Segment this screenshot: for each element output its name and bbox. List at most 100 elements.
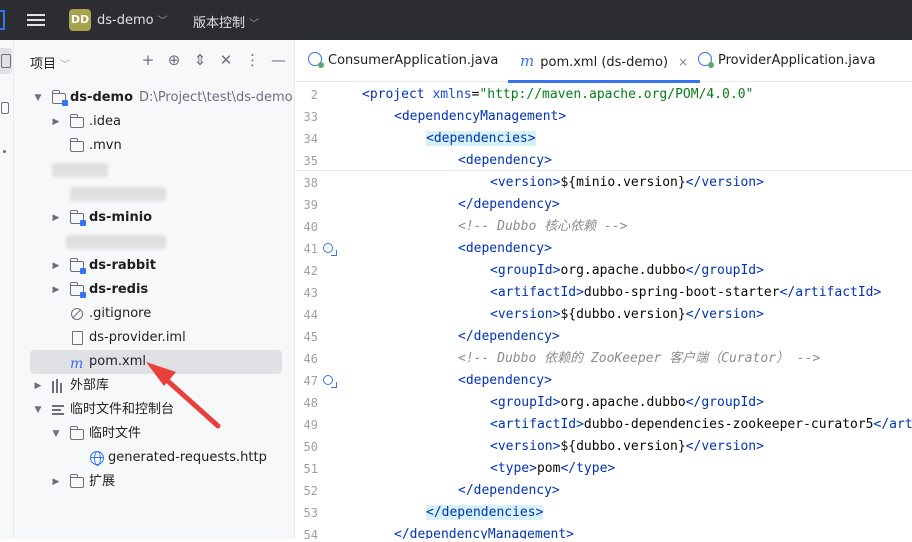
scratches-icon [52,404,65,416]
chevron-right-icon[interactable]: ▶ [50,278,62,302]
code-token: <dependency> [458,373,552,388]
project-name: ds-demo [97,13,154,28]
code-token: ${dubbo.version} [560,307,686,322]
code-token: ${minio.version} [560,175,686,190]
tree-row-extensions[interactable]: ▶ 扩展 [14,470,295,494]
ignore-file-icon [71,308,83,320]
tree-row-mvn[interactable]: .mvn [14,134,295,158]
tree-row-ds-redis[interactable]: ▶ ds-redis [14,278,295,302]
tree-row-ds-minio[interactable]: ▶ ds-minio [14,206,295,230]
tab-consumer-application[interactable]: ConsumerApplication.java [308,40,498,82]
project-panel-title[interactable]: 项目 ﹀ [30,53,70,72]
tab-pom-xml[interactable]: m pom.xml (ds-demo) × [508,40,701,83]
root-name: ds-demo [70,90,134,105]
project-selector[interactable]: ds-demo ﹀ [97,12,168,28]
structure-tool-icon[interactable] [1,102,9,114]
tree-row-iml[interactable]: ds-provider.iml [14,326,295,350]
tree-label: .gitignore [89,306,152,321]
more-tools-icon[interactable] [3,150,6,153]
chevron-right-icon[interactable]: ▶ [50,110,62,134]
tab-provider-application[interactable]: ProviderApplication.java [698,40,876,82]
code-token: dubbo-spring-boot-starter [583,285,780,300]
tab-label: ConsumerApplication.java [328,53,499,68]
line-number: 50 [303,440,318,454]
chevron-down-icon: ﹀ [157,16,168,27]
chevron-right-icon[interactable]: ▶ [50,254,62,278]
code-line: <version>${dubbo.version}</version> [490,436,764,458]
tree-row-ds-rabbit[interactable]: ▶ ds-rabbit [14,254,295,278]
line-number: 39 [303,198,318,212]
chevron-down-icon[interactable]: ▼ [32,398,44,422]
tree-row-pom-xml[interactable]: m pom.xml [30,350,282,374]
code-token: <dependencyManagement [394,109,559,124]
tree-label: 扩展 [89,474,116,489]
tree-row-ds-demo[interactable]: ▼ ds-demo D:\Project\test\ds-demo [14,86,295,110]
tree-label: 临时文件 [89,426,142,441]
left-tool-strip [0,40,14,539]
line-number: 54 [303,528,318,542]
code-token: </artifactId> [779,285,882,300]
project-panel: 项目 ﹀ + ⊕ ⇕ ✕ ⋮ — ▼ ds-demo D:\Project\test… [14,40,295,539]
collapse-all-icon[interactable]: ✕ [219,51,233,69]
chevron-right-icon[interactable]: ▶ [50,206,62,230]
code-line: </dependency> [458,480,560,502]
module-folder-icon [51,90,68,106]
code-token: org.apache.dubbo [560,263,686,278]
project-panel-title-text: 项目 [30,57,57,72]
sticky-lines-separator [296,170,912,171]
tree-row-external-libraries[interactable]: ▶ 外部库 [14,374,295,398]
chevron-down-icon[interactable]: ▼ [50,422,62,446]
find-usages-icon[interactable] [322,242,337,256]
find-usages-icon[interactable] [322,374,337,388]
locate-icon[interactable]: ⊕ [167,51,181,69]
tree-row-scratch-files[interactable]: ▼ 临时文件 [14,422,295,446]
code-token: <groupId> [490,263,561,278]
add-icon[interactable]: + [141,51,155,69]
code-token: </version> [685,307,764,322]
code-line: <dependencyManagement> [394,106,566,128]
code-line: <dependencies> [426,128,536,150]
editor-tabs: ConsumerApplication.java m pom.xml (ds-de… [296,40,912,83]
close-icon[interactable]: × [678,55,688,69]
hide-icon[interactable]: — [271,51,286,69]
tree-row-idea[interactable]: ▶ .idea [14,110,295,134]
chevron-right-icon[interactable]: ▶ [50,470,62,494]
line-number: 44 [303,308,318,322]
code-line: <version>${dubbo.version}</version> [490,304,764,326]
expand-all-icon[interactable]: ⇕ [193,51,207,69]
code-line: </dependency> [458,326,560,348]
code-line: <!-- Dubbo 核心依赖 --> [458,216,627,238]
code-token: pom [536,461,561,476]
code-view[interactable]: <project xmlns="http://maven.apache.org/… [348,82,912,539]
folder-icon [69,114,84,128]
tree-row-scratches[interactable]: ▼ 临时文件和控制台 [14,398,295,422]
code-line: <version>${minio.version}</version> [490,172,764,194]
chevron-down-icon[interactable]: ▼ [32,86,44,110]
code-token: </version> [685,439,764,454]
tree-row-generated-requests[interactable]: generated-requests.http [14,446,295,470]
project-panel-toolbar: + ⊕ ⇕ ✕ ⋮ — [141,51,286,69]
tree-row-gitignore[interactable]: .gitignore [14,302,295,326]
line-number: 43 [303,286,318,300]
maven-icon: m [520,52,535,70]
code-token: <groupId> [490,395,561,410]
code-line: <artifactId>dubbo-spring-boot-starter</a… [490,282,881,304]
root-path: D:\Project\test\ds-demo [139,90,293,105]
line-number: 51 [303,462,318,476]
line-number: 2 [310,88,318,102]
tree-label: 外部库 [70,378,110,393]
code-token: </dependency> [458,483,560,498]
code-line: <dependency> [458,370,552,392]
vcs-menu[interactable]: 版本控制 ﹀ [193,12,259,31]
project-tool-icon[interactable] [0,48,12,74]
chevron-right-icon[interactable]: ▶ [32,374,44,398]
options-icon[interactable]: ⋮ [245,51,260,69]
tree-label: .idea [89,114,121,129]
tree-label: 临时文件和控制台 [70,402,175,417]
code-line: <groupId>org.apache.dubbo</groupId> [490,392,764,414]
title-bar: DD ds-demo ﹀ 版本控制 ﹀ [0,0,912,40]
line-number: 52 [303,484,318,498]
main-menu-icon[interactable] [27,11,45,29]
line-number: 35 [303,154,318,168]
code-token: <!-- Dubbo 核心依赖 --> [458,219,628,234]
